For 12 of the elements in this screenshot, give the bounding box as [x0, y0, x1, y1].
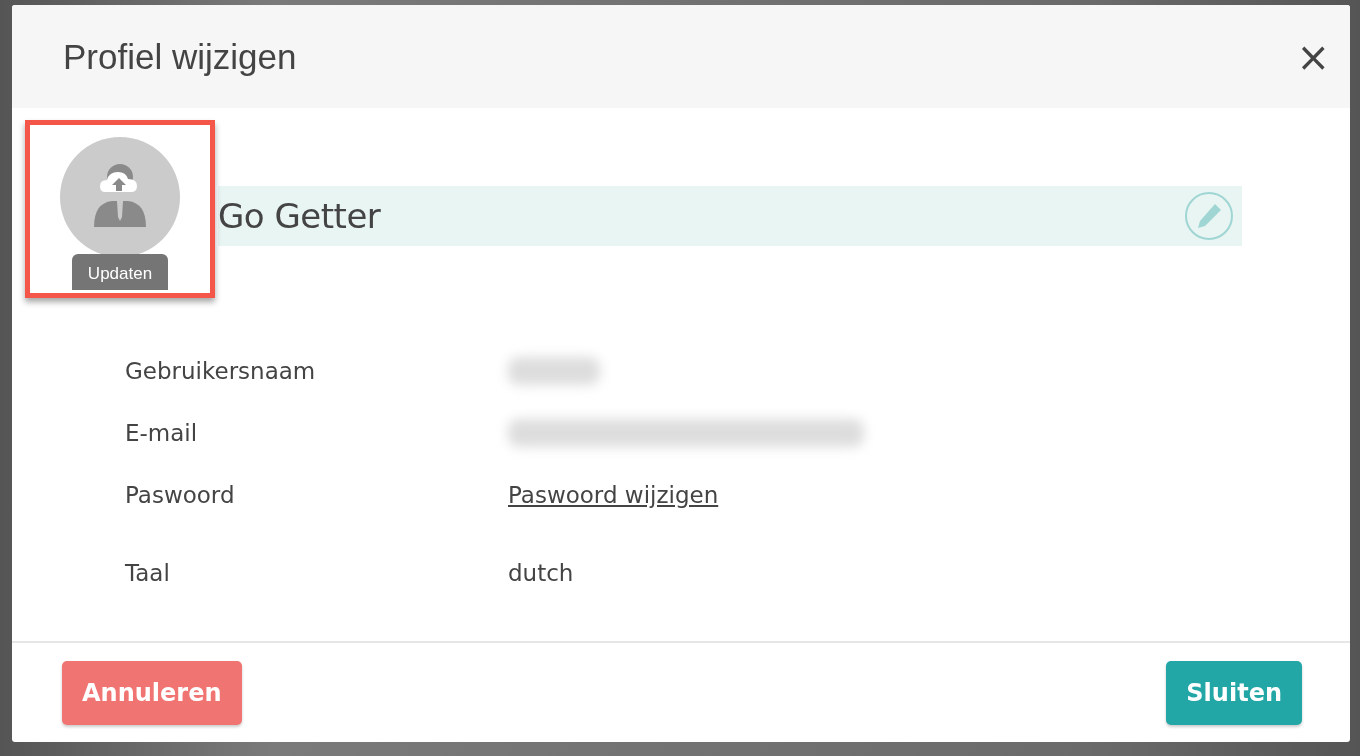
change-password-link[interactable]: Paswoord wijzigen [508, 482, 719, 508]
field-label: E-mail [125, 420, 198, 446]
close-button[interactable]: × [1290, 36, 1336, 77]
update-button[interactable]: Updaten [71, 254, 169, 290]
field-label: Taal [125, 560, 170, 586]
name-field[interactable]: Go Getter [218, 186, 1242, 246]
avatar-upload-icon [60, 137, 180, 257]
field-value: dutch [508, 560, 574, 586]
dialog-title: Profiel wijzigen [63, 36, 297, 77]
field-label: Gebruikersnaam [125, 358, 316, 384]
pencil-icon[interactable] [1184, 191, 1234, 241]
field-label: Paswoord [125, 482, 235, 508]
